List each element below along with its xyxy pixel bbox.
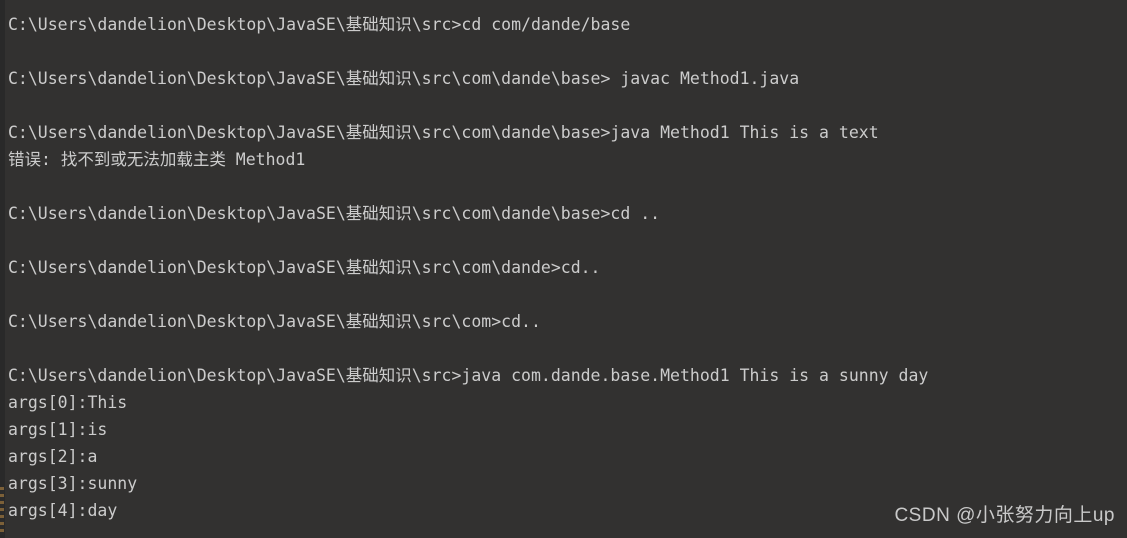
terminal-error-line: 错误: 找不到或无法加载主类 Method1 (8, 150, 306, 169)
terminal-line: C:\Users\dandelion\Desktop\JavaSE\基础知识\s… (8, 69, 800, 88)
terminal-output-area[interactable]: C:\Users\dandelion\Desktop\JavaSE\基础知识\s… (0, 0, 1127, 538)
terminal-line: C:\Users\dandelion\Desktop\JavaSE\基础知识\s… (8, 258, 601, 277)
terminal-line: C:\Users\dandelion\Desktop\JavaSE\基础知识\s… (8, 123, 879, 142)
terminal-line: C:\Users\dandelion\Desktop\JavaSE\基础知识\s… (8, 204, 661, 223)
terminal-line: C:\Users\dandelion\Desktop\JavaSE\基础知识\s… (8, 15, 631, 34)
terminal-output-line: args[1]:is (8, 420, 108, 439)
terminal-line: C:\Users\dandelion\Desktop\JavaSE\基础知识\s… (8, 366, 929, 385)
terminal-line: C:\Users\dandelion\Desktop\JavaSE\基础知识\s… (8, 312, 541, 331)
csdn-watermark: CSDN @小张努力向上up (894, 505, 1115, 526)
terminal-output-line: args[2]:a (8, 447, 98, 466)
terminal-output-line: args[3]:sunny (8, 474, 138, 493)
terminal-output-line: args[0]:This (8, 393, 128, 412)
terminal-window[interactable]: C:\Users\dandelion\Desktop\JavaSE\基础知识\s… (0, 0, 1127, 538)
